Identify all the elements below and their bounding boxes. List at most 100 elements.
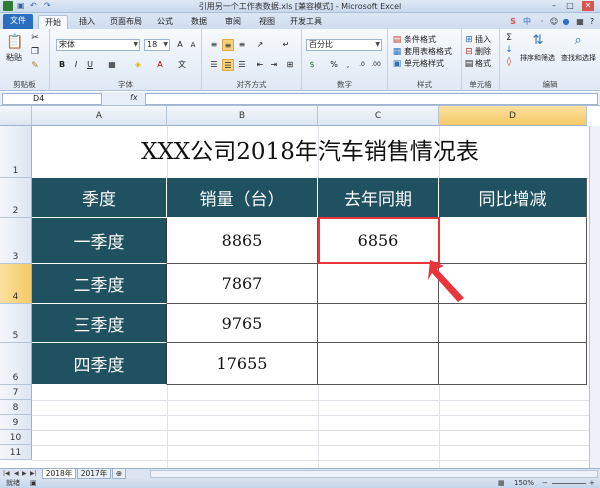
row-header-10[interactable]: 10 [0, 430, 32, 445]
tab-developer[interactable]: 开发工具 [286, 15, 326, 29]
sales-cell[interactable]: 8865 [167, 218, 318, 264]
conditional-format-button[interactable]: 条件格式 [404, 35, 436, 45]
header-cell-sales[interactable]: 销量（台） [167, 178, 318, 218]
sort-filter-icon[interactable]: ⇅ [530, 33, 546, 49]
next-sheet-icon[interactable]: ▶ [22, 470, 27, 477]
decrease-font-icon[interactable]: A [187, 39, 199, 51]
name-box[interactable]: D4 [2, 93, 102, 105]
column-header-d[interactable]: D [439, 106, 587, 126]
sheet-tab-2018[interactable]: 2018年 [42, 469, 76, 479]
percent-button[interactable]: % [328, 59, 340, 71]
paste-icon[interactable]: 📋 [6, 33, 23, 51]
tab-review[interactable]: 审阅 [218, 15, 248, 29]
clear-icon[interactable]: ◊ [504, 57, 514, 67]
zoom-level[interactable]: 150% [514, 479, 534, 488]
quarter-cell[interactable]: 二季度 [32, 264, 167, 304]
orientation-icon[interactable]: ↗ [254, 39, 266, 51]
increase-font-icon[interactable]: A [174, 39, 186, 51]
row-header-3[interactable]: 3 [0, 218, 32, 264]
column-header-a[interactable]: A [32, 106, 167, 126]
microphone-icon[interactable]: ● [560, 15, 572, 29]
ime-mode[interactable]: 中 [520, 15, 534, 29]
format-as-table-button[interactable]: 套用表格格式 [404, 47, 452, 57]
quarter-cell[interactable]: 三季度 [32, 304, 167, 343]
tab-file[interactable]: 文件 [3, 14, 33, 29]
decrease-indent-icon[interactable]: ⇤ [254, 59, 266, 71]
wrap-text-icon[interactable]: ↵ [280, 39, 292, 51]
sheet-title-cell[interactable]: XXX公司2018年汽车销售情况表 [33, 127, 587, 178]
last-year-cell[interactable] [318, 343, 439, 385]
close-icon[interactable]: ✕ [582, 1, 594, 11]
align-bottom-icon[interactable]: ≡ [236, 39, 248, 51]
font-color-icon[interactable]: A [154, 59, 166, 71]
prev-sheet-icon[interactable]: ◀ [14, 470, 19, 477]
tab-insert[interactable]: 插入 [72, 15, 102, 29]
phonetic-icon[interactable]: 文 [176, 59, 188, 71]
cut-icon[interactable]: ✂ [30, 33, 40, 43]
punctuation-icon[interactable]: · [536, 15, 548, 29]
font-family-select[interactable]: 宋体 ▼ [56, 39, 140, 51]
tab-page-layout[interactable]: 页面布局 [106, 15, 146, 29]
zoom-in-icon[interactable]: + [589, 479, 595, 488]
tab-home[interactable]: 开始 [38, 15, 68, 29]
tab-formulas[interactable]: 公式 [150, 15, 180, 29]
format-painter-icon[interactable]: ✎ [30, 61, 40, 71]
vertical-scrollbar[interactable] [589, 126, 600, 468]
autosum-icon[interactable]: Σ [504, 33, 514, 43]
copy-icon[interactable]: ❐ [30, 47, 40, 57]
row-header-8[interactable]: 8 [0, 400, 32, 415]
quarter-cell[interactable]: 一季度 [32, 218, 167, 264]
keyboard-icon[interactable]: ▦ [574, 15, 586, 29]
select-all-corner[interactable] [0, 106, 32, 126]
minimize-icon[interactable]: – [548, 1, 560, 11]
bold-icon[interactable]: B [56, 59, 68, 71]
underline-icon[interactable]: U [84, 59, 96, 71]
row-header-4[interactable]: 4 [0, 264, 32, 304]
row-header-6[interactable]: 6 [0, 343, 32, 385]
tab-data[interactable]: 数据 [184, 15, 214, 29]
row-header-11[interactable]: 11 [0, 445, 32, 460]
row-header-7[interactable]: 7 [0, 385, 32, 400]
cell-styles-button[interactable]: 单元格样式 [404, 59, 444, 69]
first-sheet-icon[interactable]: |◀ [3, 470, 10, 477]
align-top-icon[interactable]: ≡ [208, 39, 220, 51]
horizontal-scrollbar[interactable] [150, 470, 598, 478]
tab-view[interactable]: 视图 [252, 15, 282, 29]
row-header-5[interactable]: 5 [0, 304, 32, 343]
align-right-icon[interactable]: ☰ [236, 59, 248, 71]
increase-indent-icon[interactable]: ⇥ [268, 59, 280, 71]
decrease-decimal-icon[interactable]: .00 [370, 59, 382, 71]
header-cell-change[interactable]: 同比增减 [439, 178, 587, 218]
emoji-icon[interactable]: ☺ [548, 15, 560, 29]
maximize-icon[interactable]: □ [564, 1, 576, 11]
help-icon[interactable]: ? [586, 15, 598, 29]
formula-input[interactable] [145, 93, 598, 105]
change-cell[interactable] [439, 343, 587, 385]
column-header-b[interactable]: B [167, 106, 318, 126]
increase-decimal-icon[interactable]: .0 [356, 59, 368, 71]
header-cell-last-year[interactable]: 去年同期 [318, 178, 439, 218]
currency-icon[interactable]: $ [306, 59, 318, 71]
find-select-icon[interactable]: ⌕ [570, 33, 586, 49]
align-middle-icon[interactable]: ≡ [222, 39, 234, 51]
format-button[interactable]: 格式 [475, 59, 491, 69]
insert-button[interactable]: 插入 [475, 35, 491, 45]
sort-filter-button[interactable]: 排序和筛选 [520, 53, 555, 63]
fill-icon[interactable]: ↓ [504, 45, 514, 55]
last-sheet-icon[interactable]: ▶| [30, 470, 37, 477]
row-header-9[interactable]: 9 [0, 415, 32, 430]
sales-cell[interactable]: 7867 [167, 264, 318, 304]
italic-icon[interactable]: I [70, 59, 82, 71]
comma-button[interactable]: , [342, 59, 354, 71]
insert-function-button[interactable]: fx [130, 93, 138, 102]
align-left-icon[interactable]: ☰ [208, 59, 220, 71]
column-header-c[interactable]: C [318, 106, 439, 126]
worksheet-grid[interactable]: A B C D 1 2 3 4 5 6 7 8 9 10 11 XXX公司201… [0, 106, 600, 468]
normal-view-icon[interactable]: ▦ [498, 479, 505, 488]
number-format-select[interactable]: 百分比 ▼ [306, 39, 382, 51]
new-sheet-icon[interactable]: ⊕ [112, 469, 126, 479]
header-cell-quarter[interactable]: 季度 [32, 178, 167, 218]
macro-record-icon[interactable]: ▣ [30, 479, 37, 488]
fill-color-icon[interactable]: ◈ [132, 59, 144, 71]
change-cell[interactable] [439, 304, 587, 343]
